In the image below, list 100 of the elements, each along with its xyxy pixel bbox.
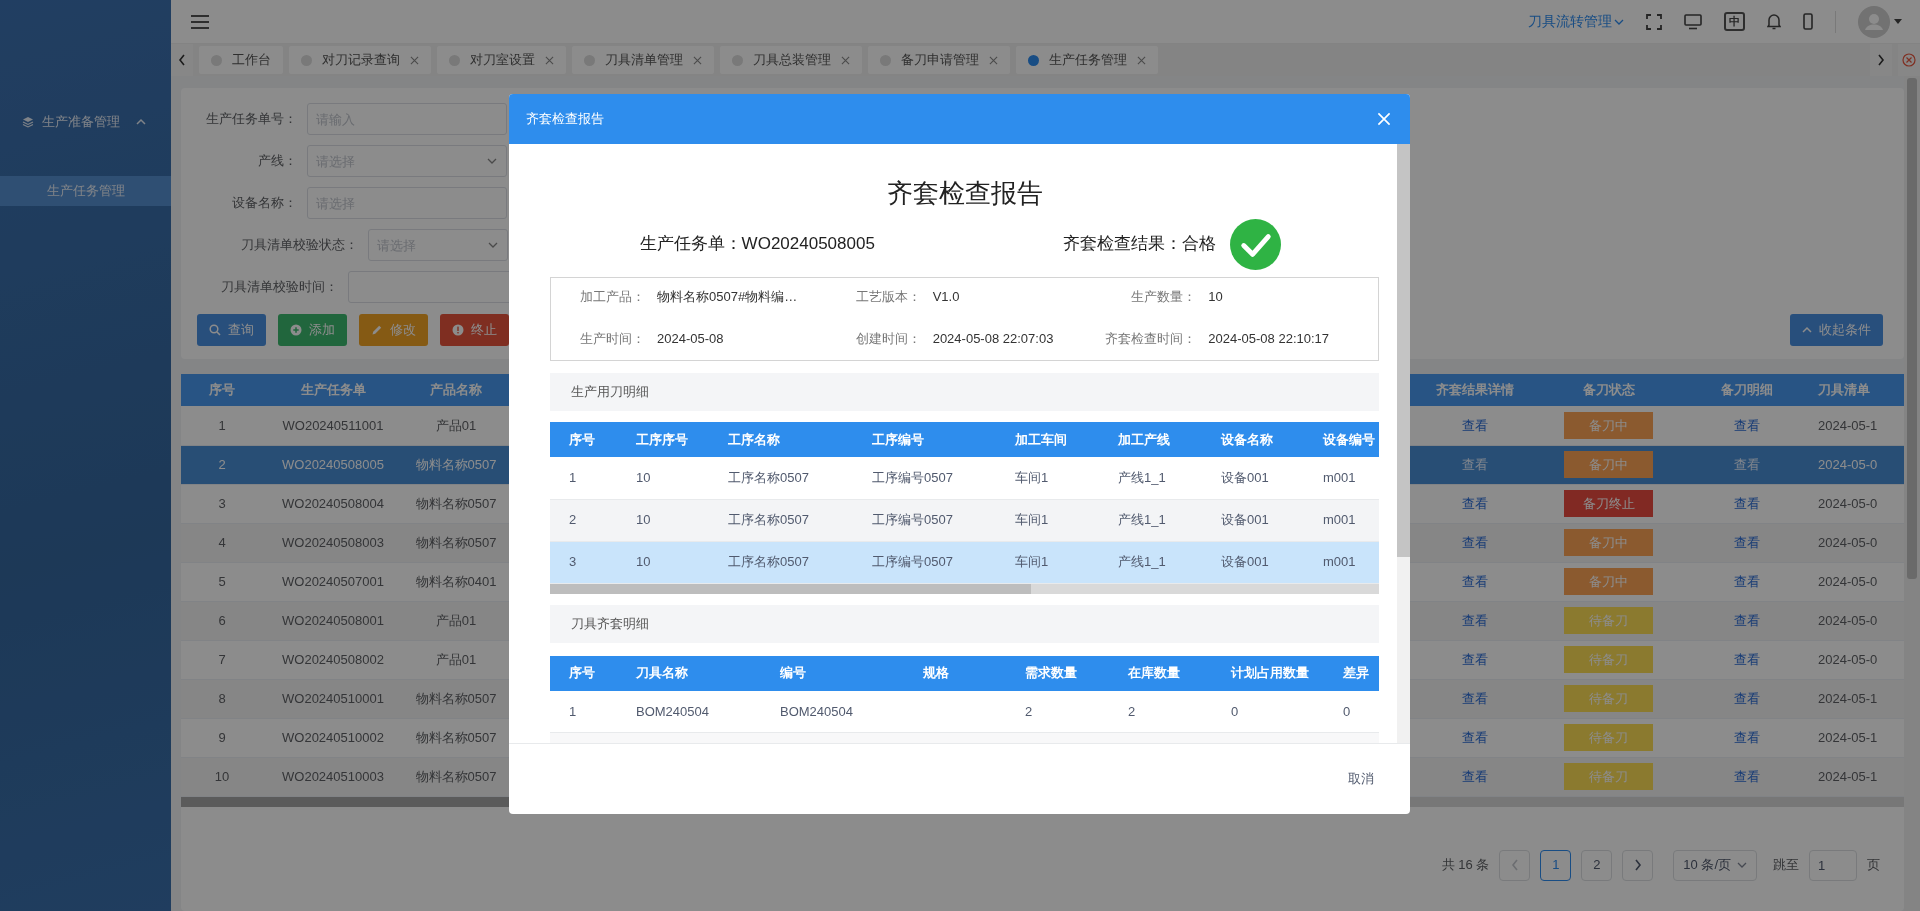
action-button[interactable]: 修改 xyxy=(359,314,428,346)
close-icon xyxy=(1377,112,1391,126)
sidebar-group-label: 生产准备管理 xyxy=(42,113,120,132)
close-button[interactable] xyxy=(1375,110,1393,128)
column-header: 序号 xyxy=(181,374,263,406)
view-link[interactable]: 查看 xyxy=(1462,456,1488,472)
view-link[interactable]: 查看 xyxy=(1462,573,1488,589)
column-header: 编号 xyxy=(761,655,904,691)
column-header: 生产任务单 xyxy=(263,374,403,406)
table-cell: 10 xyxy=(617,499,709,541)
collapse-button[interactable]: 收起条件 xyxy=(1790,314,1883,346)
view-link[interactable]: 查看 xyxy=(1462,768,1488,784)
view-link[interactable]: 查看 xyxy=(1734,573,1760,589)
field-label: 加工产品： xyxy=(579,288,646,307)
table-cell: 4 xyxy=(181,523,263,562)
table-cell: 车间1 xyxy=(996,541,1099,583)
view-link[interactable]: 查看 xyxy=(1734,534,1760,550)
tab[interactable]: 刀具总装管理 xyxy=(720,46,862,74)
view-link[interactable]: 查看 xyxy=(1734,456,1760,472)
avatar-icon xyxy=(1858,5,1890,38)
column-header: 工序名称 xyxy=(709,422,853,457)
view-link[interactable]: 查看 xyxy=(1462,417,1488,433)
tab[interactable]: 对刀室设置 xyxy=(437,46,566,74)
table-cell: 1 xyxy=(550,457,617,499)
status-badge: 备刀中 xyxy=(1564,411,1653,439)
column-header: 序号 xyxy=(550,422,617,457)
close-icon xyxy=(545,55,554,65)
action-button[interactable]: 查询 xyxy=(197,314,266,346)
close-icon xyxy=(989,55,998,65)
table-cell: 3 xyxy=(181,484,263,523)
view-link[interactable]: 查看 xyxy=(1462,690,1488,706)
view-link[interactable]: 查看 xyxy=(1462,651,1488,667)
page-jump-field[interactable]: 1 xyxy=(1809,849,1857,881)
view-link[interactable]: 查看 xyxy=(1462,534,1488,550)
table-cell: 8 xyxy=(181,679,263,718)
chevron-left-icon xyxy=(178,54,186,66)
close-icon xyxy=(841,55,850,65)
table-cell: 设备001 xyxy=(1202,499,1304,541)
column-header: 产品名称 xyxy=(403,374,509,406)
table-cell: 车间1 xyxy=(996,457,1099,499)
plus-circle-icon xyxy=(290,324,302,336)
dot-icon xyxy=(1028,54,1039,66)
table-cell: 10 xyxy=(617,541,709,583)
status-badge: 待备刀 xyxy=(1564,724,1653,751)
tab[interactable]: 刀具清单管理 xyxy=(572,46,714,74)
table-cell: WO20240508001 xyxy=(263,601,403,640)
column-header: 需求数量 xyxy=(1006,655,1109,691)
table-cell: 产线1_1 xyxy=(1099,457,1202,499)
table-cell: 工序名称0507 xyxy=(709,457,853,499)
table-cell: 2 xyxy=(1006,690,1109,733)
view-link[interactable]: 查看 xyxy=(1734,417,1760,433)
table-cell: WO20240508003 xyxy=(263,523,403,562)
menu-link[interactable]: 刀具流转管理 xyxy=(1528,11,1624,32)
language-button[interactable]: 中 xyxy=(1724,12,1745,31)
view-link[interactable]: 查看 xyxy=(1462,729,1488,745)
view-link[interactable]: 查看 xyxy=(1734,612,1760,628)
jump-label: 跳至 xyxy=(1773,856,1799,875)
view-link[interactable]: 查看 xyxy=(1734,690,1760,706)
tab[interactable]: 对刀记录查询 xyxy=(289,46,431,74)
page-button[interactable]: 2 xyxy=(1581,849,1613,881)
table-cell: WO20240510001 xyxy=(263,679,403,718)
table-cell: 1 xyxy=(550,690,617,733)
view-link[interactable]: 查看 xyxy=(1734,729,1760,745)
view-link[interactable]: 查看 xyxy=(1734,495,1760,511)
status-badge: 备刀终止 xyxy=(1564,490,1653,517)
chevron-down-icon xyxy=(487,156,497,166)
view-link[interactable]: 查看 xyxy=(1462,612,1488,628)
status-badge: 待备刀 xyxy=(1564,646,1653,673)
tab[interactable]: 备刀申请管理 xyxy=(868,46,1010,74)
column-header: 刀具名称 xyxy=(617,655,761,691)
field-value: 物料名称0507#物料编… xyxy=(657,288,798,307)
sidebar-item[interactable]: 生产任务管理 xyxy=(0,176,171,206)
tab[interactable]: 工作台 xyxy=(199,46,283,74)
table-cell: BOM240504 xyxy=(761,690,904,733)
field-value: 2024-05-08 22:07:03 xyxy=(932,330,1054,349)
view-link[interactable]: 查看 xyxy=(1734,768,1760,784)
status-badge: 待备刀 xyxy=(1564,685,1653,712)
table-cell: 0 xyxy=(1212,690,1324,733)
cancel-button[interactable]: 取消 xyxy=(1338,763,1384,795)
action-button[interactable]: 添加 xyxy=(278,314,347,346)
chevron-up-icon xyxy=(1802,325,1812,335)
table-cell: 产线1_1 xyxy=(1099,499,1202,541)
status-badge: 备刀中 xyxy=(1564,451,1653,478)
next-page-button[interactable] xyxy=(1622,849,1654,881)
report-title: 齐套检查报告 xyxy=(885,177,1044,210)
action-button[interactable]: 终止 xyxy=(440,314,509,346)
task-number: 生产任务单：WO20240508005 xyxy=(639,234,875,254)
monitor-icon xyxy=(1684,13,1702,30)
menu-icon xyxy=(190,13,210,30)
section-title: 生产用刀明细 xyxy=(550,373,1379,411)
sidebar-group[interactable]: 生产准备管理 xyxy=(0,102,171,142)
field-label: 生产数量： xyxy=(1130,288,1198,307)
page-button[interactable]: 1 xyxy=(1540,849,1572,881)
tab[interactable]: 生产任务管理 xyxy=(1016,46,1158,74)
table-cell: WO20240511001 xyxy=(263,406,403,445)
table-cell: 10 xyxy=(617,457,709,499)
status-badge: 备刀中 xyxy=(1564,568,1653,595)
page-size-select[interactable]: 10 条/页 xyxy=(1673,849,1757,881)
view-link[interactable]: 查看 xyxy=(1462,495,1488,511)
view-link[interactable]: 查看 xyxy=(1734,651,1760,667)
